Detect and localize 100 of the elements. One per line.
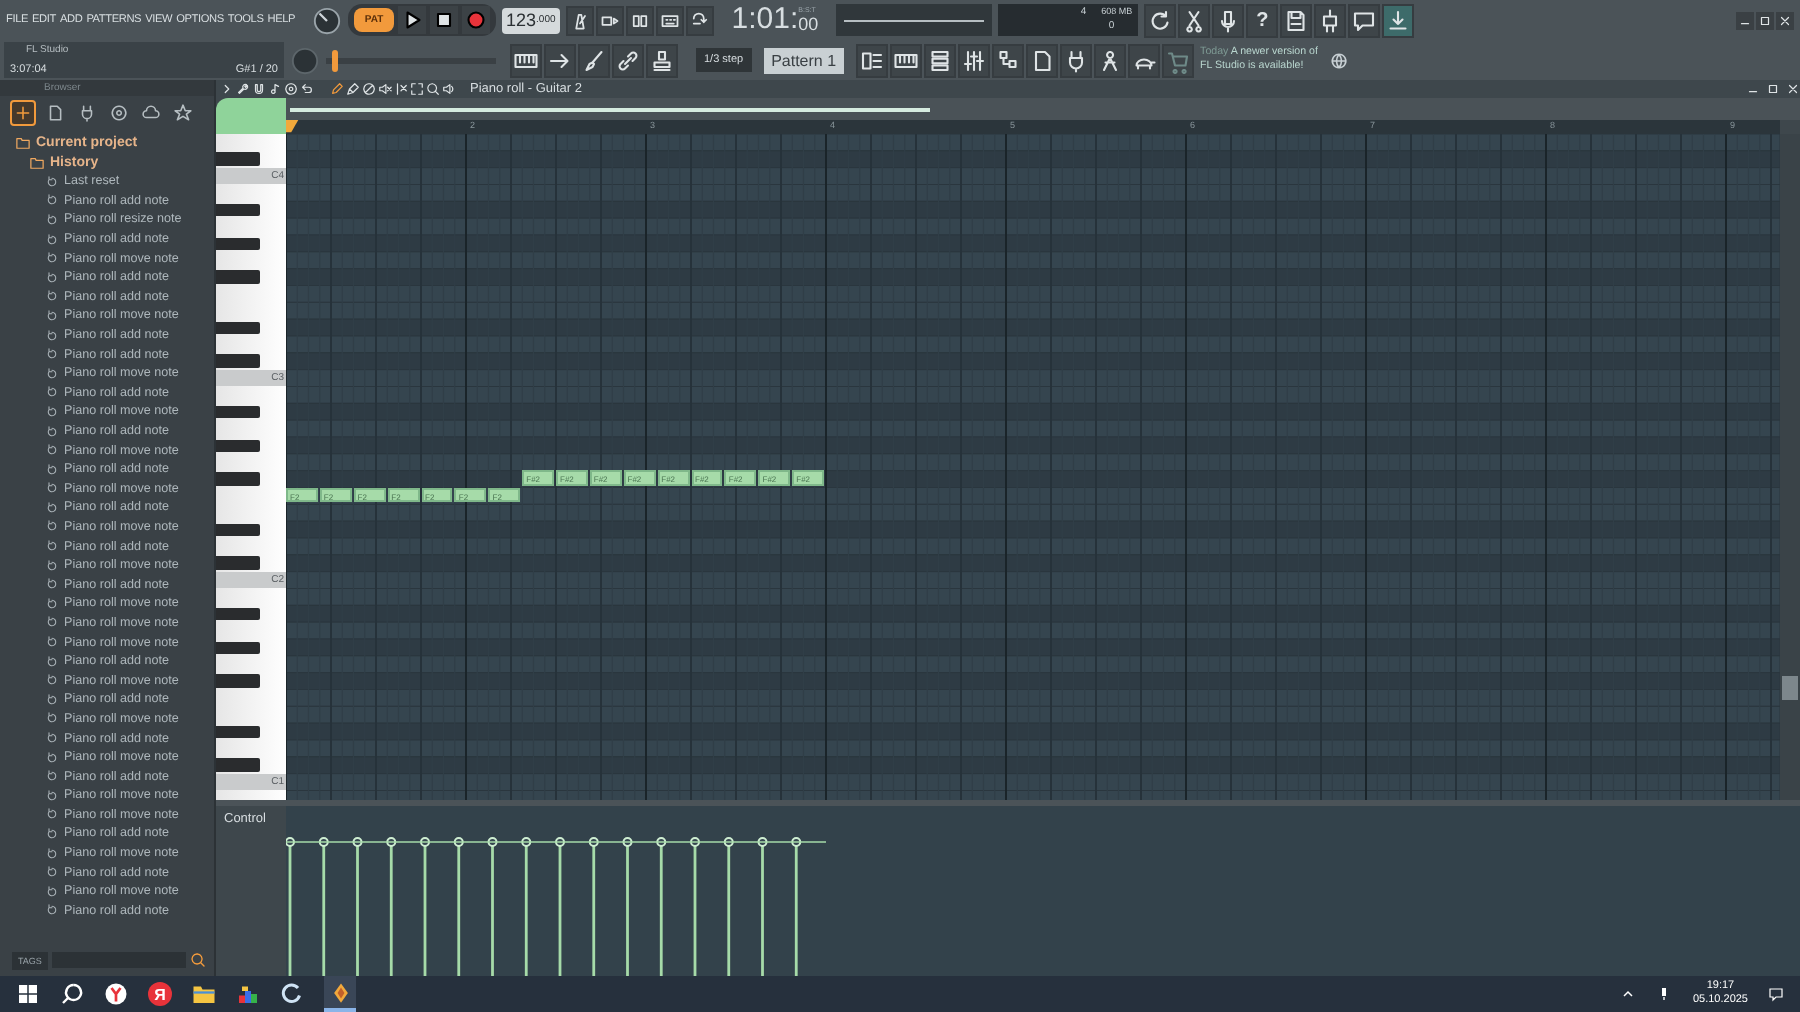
master-volume-knob[interactable]	[312, 5, 342, 35]
arrow-right-button[interactable]	[544, 43, 576, 77]
tree-button[interactable]	[992, 43, 1025, 77]
link-button[interactable]	[612, 43, 644, 77]
chat-button[interactable]	[1348, 3, 1381, 37]
scissors-button[interactable]	[1178, 3, 1211, 37]
globe-icon[interactable]	[1330, 51, 1349, 69]
file-button[interactable]	[1026, 43, 1059, 77]
save-button[interactable]	[1280, 3, 1313, 37]
sharp-key[interactable]	[216, 523, 260, 537]
select-icon[interactable]	[410, 82, 424, 96]
sharp-key[interactable]	[216, 607, 260, 621]
undo-icon	[46, 348, 58, 361]
play-button[interactable]	[398, 6, 426, 34]
velocity-bar[interactable]	[352, 837, 363, 976]
plugin-button[interactable]	[1314, 3, 1347, 37]
typing-keyboard-button[interactable]	[655, 5, 684, 35]
folder-icon[interactable]	[192, 982, 216, 1006]
minimize-button[interactable]	[1736, 11, 1754, 29]
magnet-icon[interactable]	[252, 82, 266, 96]
sharp-key[interactable]	[216, 641, 260, 655]
c-key[interactable]	[216, 571, 286, 589]
velocity-bar[interactable]	[690, 837, 700, 976]
maximize-icon[interactable]	[1766, 82, 1780, 96]
c-key[interactable]	[216, 773, 286, 791]
record-wait-button[interactable]	[595, 5, 624, 35]
close-icon[interactable]	[1786, 82, 1800, 96]
speaker-icon[interactable]	[442, 82, 456, 96]
channel-rack-button[interactable]	[924, 43, 957, 77]
stamp-icon	[650, 47, 674, 73]
microphone-button[interactable]	[1212, 3, 1245, 37]
velocity-bar[interactable]	[791, 837, 802, 976]
download-button[interactable]	[1382, 3, 1415, 37]
mixer-button[interactable]	[958, 43, 991, 77]
velocity-bar[interactable]	[555, 837, 565, 976]
wrench-icon[interactable]	[236, 82, 250, 96]
paint-icon[interactable]	[346, 82, 360, 96]
help-button[interactable]: ?	[1246, 3, 1279, 37]
loop-button[interactable]	[685, 5, 714, 35]
stop-button[interactable]	[430, 6, 458, 34]
stamp-button[interactable]	[646, 43, 678, 77]
c-key[interactable]	[216, 167, 286, 185]
yandex-app-icon[interactable]: Я	[148, 982, 172, 1006]
fl-studio-taskbar-icon[interactable]	[324, 976, 356, 1012]
delete-icon[interactable]	[362, 82, 376, 96]
sharp-key[interactable]	[216, 203, 260, 217]
notification-icon[interactable]	[1768, 986, 1784, 1002]
piano-roll-button[interactable]	[890, 43, 923, 77]
undo-icon	[46, 175, 58, 188]
target-icon[interactable]	[284, 82, 298, 96]
countdown-button[interactable]	[625, 5, 654, 35]
plug-button[interactable]	[1060, 43, 1093, 77]
playlist-button[interactable]	[856, 43, 889, 77]
velocity-bar[interactable]	[723, 837, 734, 976]
browser-tab[interactable]	[10, 99, 36, 125]
browser-icon[interactable]	[104, 982, 128, 1006]
turtle-button[interactable]	[1128, 43, 1161, 77]
velocity-bar[interactable]	[286, 837, 295, 976]
sharp-key[interactable]	[216, 321, 260, 335]
velocity-bar[interactable]	[757, 837, 768, 976]
maximize-button[interactable]	[1756, 11, 1774, 29]
sharp-key[interactable]	[216, 405, 260, 419]
tray-chevron-icon[interactable]	[1620, 986, 1637, 1002]
vertical-scrollbar[interactable]	[1782, 676, 1798, 700]
velocity-bar[interactable]	[386, 837, 397, 976]
undo-icon	[46, 616, 58, 629]
sharp-key[interactable]	[216, 725, 260, 739]
velocity-bar[interactable]	[318, 837, 329, 976]
person-button[interactable]	[1094, 43, 1127, 77]
zoom-scrollbar[interactable]	[290, 107, 930, 111]
colorful-app-icon[interactable]	[236, 982, 260, 1006]
master-pitch-slider-thumb[interactable]	[332, 49, 339, 71]
note-icon[interactable]	[268, 82, 282, 96]
record-button[interactable]	[462, 6, 490, 34]
slice-icon[interactable]	[394, 82, 408, 96]
velocity-bar[interactable]	[420, 837, 430, 976]
browser-tab[interactable]	[170, 99, 196, 125]
velocity-bar[interactable]	[588, 837, 599, 976]
velocity-bar[interactable]	[453, 837, 464, 976]
sharp-key[interactable]	[216, 439, 260, 453]
windows-start-icon[interactable]	[16, 982, 40, 1006]
undo-icon	[46, 444, 58, 457]
target-icon	[110, 103, 128, 121]
refresh-app-icon[interactable]	[280, 982, 304, 1006]
velocity-bar[interactable]	[622, 837, 633, 976]
undo-icon	[46, 540, 58, 553]
velocity-bar[interactable]	[656, 837, 667, 976]
c-key[interactable]	[216, 369, 286, 387]
sharp-key[interactable]	[216, 237, 260, 251]
metronome-button[interactable]	[565, 5, 594, 35]
close-button[interactable]	[1776, 11, 1794, 29]
pattern-selector[interactable]: Pattern 1	[763, 47, 845, 73]
velocity-bar[interactable]	[521, 837, 532, 976]
velocity-bar[interactable]	[487, 837, 498, 976]
mute-icon[interactable]	[378, 82, 392, 96]
piano-keys-button[interactable]	[510, 43, 542, 77]
brush-button[interactable]	[578, 43, 610, 77]
pencil-icon[interactable]	[330, 82, 344, 96]
refresh-button[interactable]	[1144, 3, 1177, 37]
undo-icon[interactable]	[300, 82, 314, 96]
